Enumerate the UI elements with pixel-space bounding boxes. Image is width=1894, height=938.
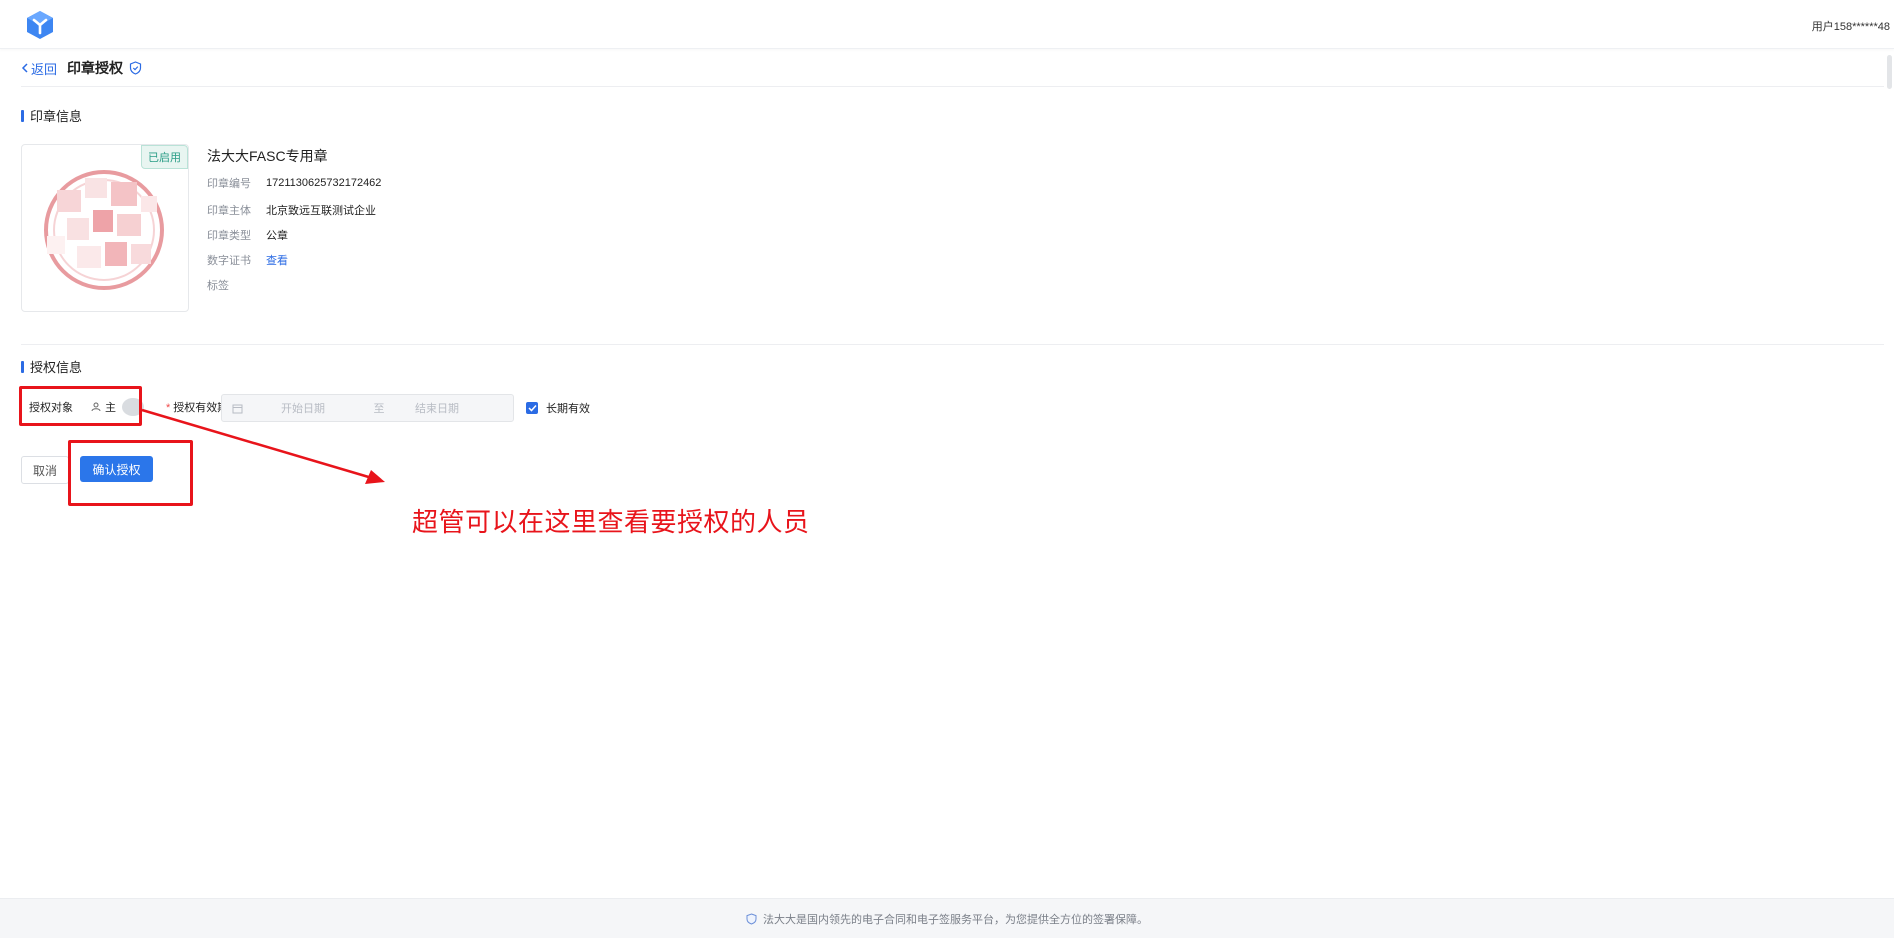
seal-owner-value: 北京致远互联测试企业 [266,205,376,217]
info-label: 印章类型 [207,230,251,242]
annotation-arrow [141,408,385,484]
info-label: 印章主体 [207,205,251,217]
auth-section-label: 授权信息 [30,360,83,375]
divider [21,86,1884,87]
seal-info-row-type: 印章类型 公章 [207,227,288,243]
divider [21,344,1884,345]
back-button[interactable]: 返回 [21,59,57,78]
info-label: 印章编号 [207,178,251,190]
annotation-highlight-box [68,440,193,506]
end-date-input[interactable]: 结束日期 [415,400,459,416]
auth-section-title: 授权信息 [21,357,82,376]
annotation-text: 超管可以在这里查看要授权的人员 [412,508,810,538]
info-label: 标签 [207,280,229,292]
shield-check-icon [129,61,142,75]
cancel-button[interactable]: 取消 [21,456,69,484]
start-date-input[interactable]: 开始日期 [281,400,351,416]
seal-name: 法大大FASC专用章 [207,148,328,164]
seal-status-badge: 已启用 [141,145,188,169]
section-marker [21,109,24,122]
info-label: 数字证书 [207,255,251,267]
auth-period-label-wrap: * 授权有效期 [166,399,228,415]
required-asterisk: * [166,402,171,414]
scrollbar[interactable] [1887,55,1892,89]
user-account-label[interactable]: 用户158******48 [1812,18,1890,34]
seal-image [37,160,172,295]
page-title: 印章授权 [67,60,124,76]
seal-info-row-certificate: 数字证书 查看 [207,252,288,268]
seal-info-row-owner: 印章主体 北京致远互联测试企业 [207,202,376,218]
app-logo-icon[interactable] [26,10,54,40]
seal-info-row-number: 印章编号 1721130625732172462 [207,175,381,191]
back-label: 返回 [31,61,58,77]
seal-type-value: 公章 [266,230,288,242]
seal-card[interactable]: 已启用 [21,144,189,312]
chevron-left-icon [21,63,28,73]
seal-section-label: 印章信息 [30,109,83,124]
calendar-icon [232,404,243,413]
long-term-label: 长期有效 [546,403,590,415]
auth-period-date-range[interactable]: 开始日期 至 结束日期 [221,394,514,422]
view-certificate-link[interactable]: 查看 [266,252,288,268]
seal-number-value: 1721130625732172462 [266,177,382,189]
annotation-highlight-box [19,386,142,426]
long-term-checkbox[interactable]: 长期有效 [526,400,590,416]
checkbox-checked-icon[interactable] [526,402,538,414]
seal-info-row-tags: 标签 [207,277,266,293]
seal-section-title: 印章信息 [21,106,82,125]
footer-text: 法大大是国内领先的电子合同和电子签服务平台，为您提供全方位的签署保障。 [763,913,1148,926]
top-bar: 用户158******48 [0,0,1894,49]
section-marker [21,360,24,373]
shield-icon [746,912,757,925]
date-range-separator: 至 [373,403,385,415]
page-header: 返回 印章授权 [21,56,142,80]
footer: 法大大是国内领先的电子合同和电子签服务平台，为您提供全方位的签署保障。 [0,898,1894,938]
